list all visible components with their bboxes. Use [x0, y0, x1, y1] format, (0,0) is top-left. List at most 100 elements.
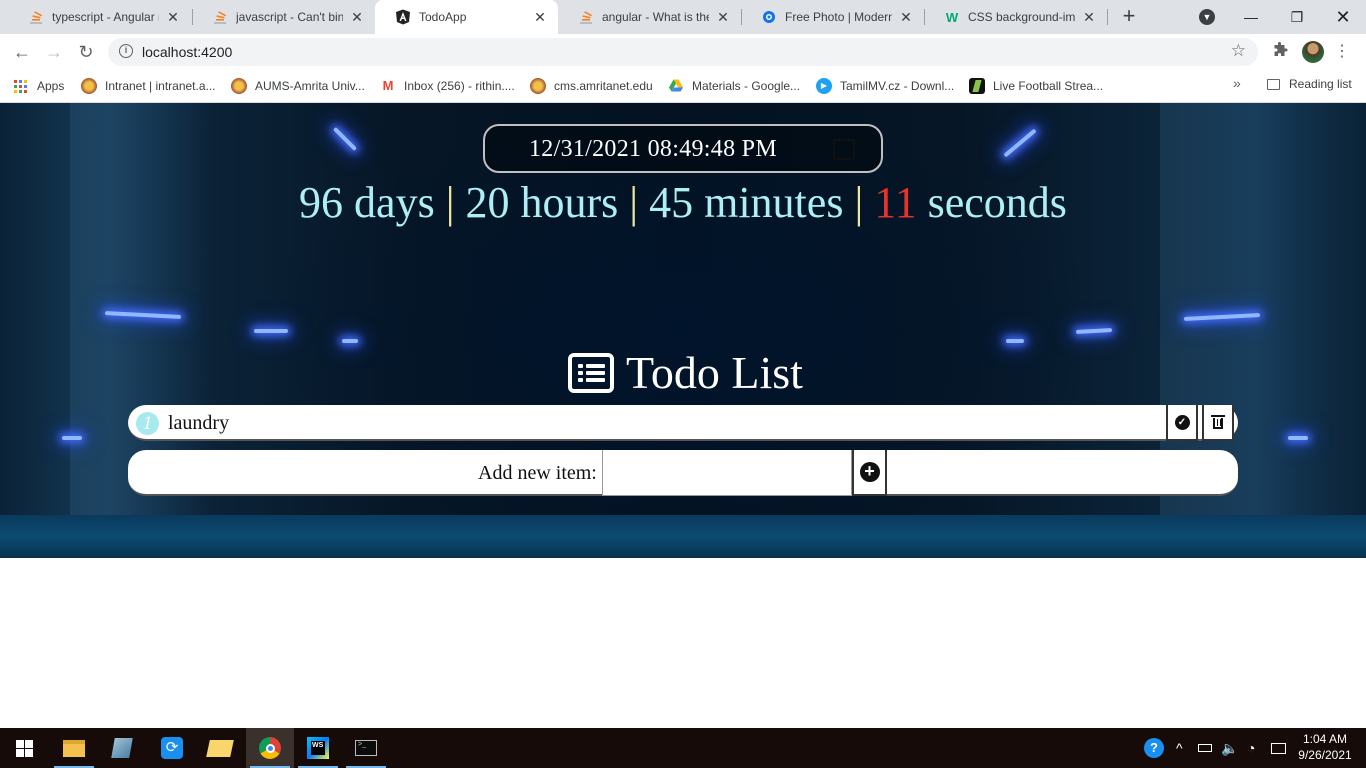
battery-icon[interactable]	[1198, 728, 1212, 768]
tab-close-icon[interactable]: ✕	[165, 9, 181, 25]
forward-button[interactable]: →	[42, 40, 66, 64]
tab-todoapp[interactable]: TodoApp ✕	[375, 0, 558, 34]
freepik-icon	[761, 9, 777, 25]
google-drive-icon	[668, 78, 684, 94]
new-item-input[interactable]	[602, 450, 852, 496]
neon-light	[342, 339, 358, 343]
tab-css-background[interactable]: W CSS background-imag ✕	[924, 0, 1107, 34]
tab-javascript-cant-bind[interactable]: javascript - Can't bind ✕	[192, 0, 375, 34]
clock-date: 9/26/2021	[1298, 748, 1352, 762]
countdown-hours: 20 hours	[465, 178, 619, 227]
reload-icon: ↻	[78, 41, 94, 62]
tab-search-button[interactable]: ▼	[1184, 4, 1230, 30]
bookmark-apps[interactable]: Apps	[14, 77, 64, 95]
tab-close-icon[interactable]: ✕	[1081, 9, 1097, 25]
extensions-puzzle-icon[interactable]	[1270, 42, 1290, 62]
maximize-button[interactable]: ❐	[1274, 4, 1320, 30]
windows-logo-icon	[15, 739, 33, 757]
url-text[interactable]: localhost:4200	[142, 44, 232, 60]
info-icon[interactable]: i	[119, 44, 133, 58]
target-datetime-input[interactable]: 12/31/2021 08:49:48 PM	[483, 124, 883, 173]
taskbar-app-notes[interactable]	[98, 728, 146, 768]
stackoverflow-icon	[28, 9, 44, 25]
bookmark-star-icon[interactable]: ☆	[1231, 41, 1246, 61]
tab-title: TodoApp	[419, 10, 467, 24]
add-item-button[interactable]: +	[852, 450, 887, 496]
trash-icon	[1211, 415, 1225, 429]
reload-button[interactable]: ↻	[74, 40, 98, 64]
bookmark-materials[interactable]: Materials - Google...	[668, 77, 800, 95]
browser-toolbar: ← → ↻ i localhost:4200 ☆	[0, 34, 1366, 70]
bookmark-cms[interactable]: cms.amritanet.edu	[530, 77, 653, 95]
folder-open-icon	[206, 739, 234, 757]
tab-typescript-angular[interactable]: typescript - Angular ng ✕	[8, 0, 191, 34]
amrita-icon	[231, 78, 247, 94]
bookmark-label: cms.amritanet.edu	[554, 79, 653, 93]
reading-list-button[interactable]: Reading list	[1267, 77, 1352, 91]
taskbar-app-sync[interactable]: ⟳	[148, 728, 196, 768]
volume-icon[interactable]: 🔈	[1221, 728, 1238, 768]
more-bookmarks-button[interactable]: »	[1233, 75, 1241, 91]
profile-avatar[interactable]	[1302, 41, 1324, 63]
tab-free-photo[interactable]: Free Photo | Modern fu ✕	[741, 0, 924, 34]
back-button[interactable]: ←	[10, 40, 34, 64]
bookmark-intranet[interactable]: Intranet | intranet.a...	[81, 77, 216, 95]
neon-light	[1288, 436, 1308, 440]
tab-strip: typescript - Angular ng ✕ javascript - C…	[0, 0, 1366, 34]
countdown-display: 96 days | 20 hours | 45 minutes | 11 sec…	[0, 177, 1366, 228]
minimize-button[interactable]: —	[1228, 4, 1274, 30]
new-tab-button[interactable]: +	[1118, 5, 1140, 28]
tab-close-icon[interactable]: ✕	[532, 9, 548, 25]
sync-icon: ⟳	[161, 737, 183, 759]
angular-icon	[395, 9, 411, 25]
chrome-icon	[259, 737, 281, 759]
start-button[interactable]	[0, 728, 48, 768]
bookmark-live-football[interactable]: Live Football Strea...	[969, 77, 1103, 95]
terminal-icon: >_	[355, 740, 377, 756]
apps-grid-icon	[14, 79, 27, 93]
neon-light	[254, 329, 288, 333]
check-circle-icon: ✓	[1174, 414, 1190, 430]
show-hidden-icons-chevron-icon[interactable]: ^	[1176, 728, 1183, 768]
plus-circle-icon: +	[859, 462, 880, 482]
wifi-icon[interactable]: ◔	[1247, 728, 1255, 768]
bookmark-aums[interactable]: AUMS-Amrita Univ...	[231, 77, 365, 95]
browser-menu-icon[interactable]: ⋮	[1334, 40, 1350, 64]
calendar-icon[interactable]	[833, 139, 855, 160]
bookmark-tamilmv[interactable]: ▶ TamilMV.cz - Downl...	[816, 77, 954, 95]
taskbar-file-explorer[interactable]	[50, 728, 98, 768]
tab-close-icon[interactable]: ✕	[349, 9, 365, 25]
address-bar[interactable]: i localhost:4200 ☆	[108, 38, 1258, 66]
add-item-label: Add new item:	[478, 462, 597, 484]
countdown-seconds-label: seconds	[927, 178, 1067, 227]
clock-time: 1:04 AM	[1302, 732, 1348, 746]
delete-item-button[interactable]	[1202, 405, 1234, 441]
notebook-icon	[111, 738, 133, 758]
list-icon	[568, 352, 614, 393]
bookmark-gmail[interactable]: M Inbox (256) - rithin....	[380, 77, 515, 95]
neon-light	[1003, 128, 1037, 158]
system-clock[interactable]: 1:04 AM 9/26/2021	[1296, 731, 1354, 763]
tab-close-icon[interactable]: ✕	[715, 9, 731, 25]
tab-angular-what-is[interactable]: angular - What is the ✕	[558, 0, 741, 34]
amrita-icon	[530, 78, 546, 94]
close-window-button[interactable]: ✕	[1320, 4, 1366, 30]
restore-icon: ❐	[1290, 8, 1304, 25]
gmail-icon: M	[382, 78, 394, 93]
chevron-down-icon: ▼	[1199, 9, 1215, 25]
taskbar-terminal[interactable]: >_	[342, 728, 390, 768]
taskbar-webstorm[interactable]: WS	[294, 728, 342, 768]
taskbar-chrome[interactable]	[246, 728, 294, 768]
arrow-left-icon: ←	[13, 41, 31, 62]
football-icon	[969, 78, 985, 94]
keyboard-layout-icon[interactable]	[1271, 728, 1286, 768]
neon-light	[332, 126, 358, 152]
tab-close-icon[interactable]: ✕	[898, 9, 914, 25]
datetime-value[interactable]: 12/31/2021 08:49:48 PM	[529, 136, 777, 163]
taskbar-app-folder[interactable]	[196, 728, 244, 768]
stackoverflow-icon	[578, 9, 594, 25]
countdown-separator: |	[445, 178, 455, 227]
complete-item-button[interactable]: ✓	[1166, 405, 1198, 441]
play-icon: ▶	[816, 78, 832, 94]
help-icon[interactable]: ?	[1144, 728, 1164, 768]
